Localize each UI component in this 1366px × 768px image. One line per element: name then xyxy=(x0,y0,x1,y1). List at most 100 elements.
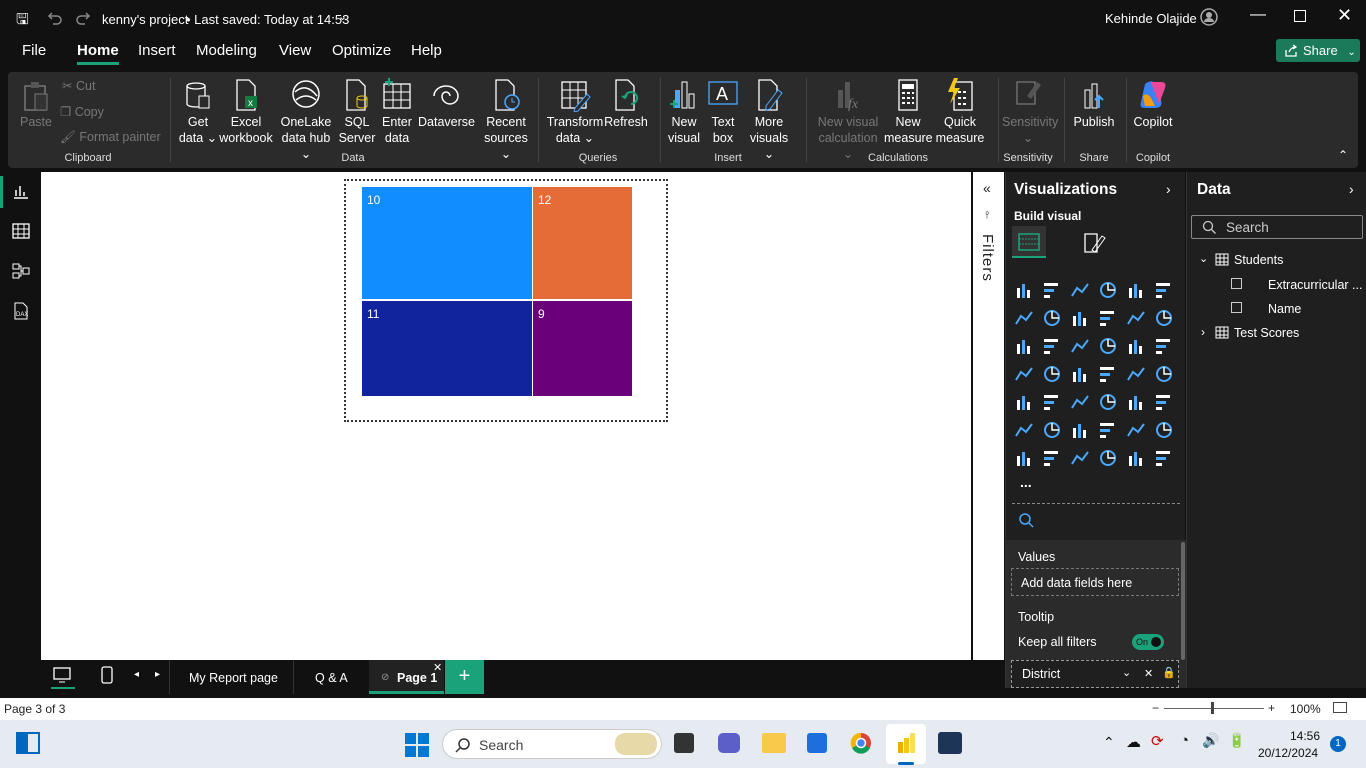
zoom-slider[interactable] xyxy=(1164,708,1264,709)
more-visuals-ellipsis[interactable]: ... xyxy=(1020,474,1032,490)
treemap-visual[interactable]: 10 12 11 9 xyxy=(344,179,668,422)
dax-query-view-icon[interactable]: DAX xyxy=(12,302,30,320)
mobile-layout-icon[interactable] xyxy=(101,666,113,684)
dataverse-button[interactable]: Dataverse xyxy=(418,78,475,130)
format-visual-icon[interactable] xyxy=(1082,230,1106,256)
chevron-down-icon[interactable]: ⌄ xyxy=(338,10,347,23)
avatar[interactable] xyxy=(1200,8,1218,26)
field-checkbox[interactable] xyxy=(1231,278,1242,289)
undo-icon[interactable] xyxy=(46,10,62,26)
paste-button[interactable]: Paste xyxy=(18,78,54,130)
district-field-chip[interactable]: District ⌄ ✕ 🔒 xyxy=(1011,660,1179,688)
visual-type-icon[interactable] xyxy=(1154,308,1174,328)
onelake-button[interactable]: OneLake data hub ⌄ xyxy=(276,78,336,162)
visual-type-icon[interactable] xyxy=(1014,392,1034,412)
expand-icon[interactable]: « xyxy=(983,180,991,196)
new-visual-button[interactable]: New visual xyxy=(666,78,702,146)
wifi-icon[interactable]: ◔ xyxy=(1180,732,1189,749)
share-button[interactable]: Share ⌄ xyxy=(1276,39,1360,62)
treemap-tile[interactable]: 11 xyxy=(362,301,532,396)
onedrive-icon[interactable]: ☁ xyxy=(1126,733,1141,751)
teams-icon[interactable] xyxy=(718,733,740,753)
menu-file[interactable]: File xyxy=(22,42,46,59)
publish-button[interactable]: Publish xyxy=(1070,78,1118,130)
visual-type-icon[interactable] xyxy=(1014,336,1034,356)
quick-measure-button[interactable]: Quick measure xyxy=(934,78,986,146)
visual-type-icon[interactable] xyxy=(1042,420,1062,440)
widgets-icon[interactable] xyxy=(16,732,40,754)
zoom-out-icon[interactable]: − xyxy=(1152,701,1159,715)
values-well[interactable]: Add data fields here xyxy=(1011,568,1179,596)
battery-icon[interactable]: 🔋 xyxy=(1228,732,1245,749)
visual-type-icon[interactable] xyxy=(1042,280,1062,300)
visual-type-icon[interactable] xyxy=(1154,448,1174,468)
visual-type-icon[interactable] xyxy=(1014,308,1034,328)
visual-type-icon[interactable] xyxy=(1042,448,1062,468)
sql-tool-icon[interactable] xyxy=(938,732,962,754)
visual-type-icon[interactable] xyxy=(1070,448,1090,468)
search-icon[interactable] xyxy=(1018,512,1034,528)
enter-data-button[interactable]: Enter data xyxy=(380,78,414,146)
visual-type-icon[interactable] xyxy=(1070,420,1090,440)
close-icon[interactable]: ✕ xyxy=(1337,5,1352,26)
field-row[interactable]: Extracurricular ... xyxy=(1231,277,1366,297)
filters-pane-collapsed[interactable]: « ⫯ Filters xyxy=(973,172,1004,660)
zoom-in-icon[interactable]: + xyxy=(1268,701,1275,715)
previous-page-icon[interactable]: ◂ xyxy=(134,669,139,680)
save-icon[interactable]: 🖫 xyxy=(16,9,29,34)
get-data-button[interactable]: Get data ⌄ xyxy=(178,78,218,146)
new-measure-button[interactable]: New measure xyxy=(884,78,933,146)
visual-type-icon[interactable] xyxy=(1014,420,1034,440)
visual-type-icon[interactable] xyxy=(1098,364,1118,384)
recent-sources-button[interactable]: Recent sources ⌄ xyxy=(480,78,532,162)
keep-filters-toggle[interactable]: On xyxy=(1132,634,1164,650)
visual-type-icon[interactable] xyxy=(1042,308,1062,328)
chevron-right-icon[interactable]: › xyxy=(1201,325,1205,339)
menu-view[interactable]: View xyxy=(279,42,311,59)
excel-workbook-button[interactable]: x Excel workbook xyxy=(218,78,274,146)
visual-type-icon[interactable] xyxy=(1070,364,1090,384)
sql-server-button[interactable]: SQL Server xyxy=(338,78,376,146)
visual-type-icon[interactable] xyxy=(1126,280,1146,300)
visual-type-icon[interactable] xyxy=(1042,336,1062,356)
menu-help[interactable]: Help xyxy=(411,42,442,59)
visual-type-icon[interactable] xyxy=(1154,420,1174,440)
menu-home[interactable]: Home xyxy=(77,42,119,65)
model-view-icon[interactable] xyxy=(12,262,30,280)
notification-badge[interactable]: 1 xyxy=(1330,736,1346,752)
visual-type-icon[interactable] xyxy=(1154,392,1174,412)
visual-type-icon[interactable] xyxy=(1098,308,1118,328)
visual-type-icon[interactable] xyxy=(1126,448,1146,468)
copy-button[interactable]: ❐ Copy xyxy=(60,104,104,119)
new-visual-calculation-button[interactable]: fx New visual calculation ⌄ xyxy=(812,78,884,162)
clock-date[interactable]: 20/12/2024 xyxy=(1258,746,1318,760)
visual-type-icon[interactable] xyxy=(1098,448,1118,468)
treemap-tile[interactable]: 9 xyxy=(533,301,632,396)
visual-type-icon[interactable] xyxy=(1070,308,1090,328)
copilot-button[interactable]: Copilot xyxy=(1130,78,1176,130)
zoom-slider-handle[interactable] xyxy=(1211,702,1214,714)
redo-icon[interactable] xyxy=(76,10,92,26)
show-hidden-icons-icon[interactable]: ⌃ xyxy=(1103,734,1115,751)
volume-icon[interactable]: 🔊 xyxy=(1202,732,1219,749)
visual-type-icon[interactable] xyxy=(1098,336,1118,356)
visual-type-icon[interactable] xyxy=(1126,364,1146,384)
chevron-down-icon[interactable]: ⌄ xyxy=(1199,252,1208,265)
desktop-layout-icon[interactable] xyxy=(53,667,71,683)
visual-type-icon[interactable] xyxy=(1126,308,1146,328)
task-view-icon[interactable] xyxy=(674,733,694,753)
visual-type-icon[interactable] xyxy=(1154,364,1174,384)
treemap-tile[interactable]: 12 xyxy=(533,187,632,299)
field-checkbox[interactable] xyxy=(1231,302,1242,313)
data-search-box[interactable]: Search xyxy=(1191,215,1363,239)
visual-type-icon[interactable] xyxy=(1126,392,1146,412)
chrome-icon[interactable] xyxy=(850,732,872,754)
table-students[interactable]: ⌄ Students xyxy=(1199,252,1359,272)
format-painter-button[interactable]: 🖌 Format painter xyxy=(60,130,161,145)
field-row[interactable]: Name xyxy=(1231,301,1366,321)
collapse-pane-icon[interactable]: › xyxy=(1349,181,1354,197)
more-visuals-button[interactable]: More visuals ⌄ xyxy=(744,78,794,162)
transform-data-button[interactable]: Transform data ⌄ xyxy=(546,78,604,146)
menu-insert[interactable]: Insert xyxy=(138,42,176,59)
visual-type-icon[interactable] xyxy=(1070,280,1090,300)
